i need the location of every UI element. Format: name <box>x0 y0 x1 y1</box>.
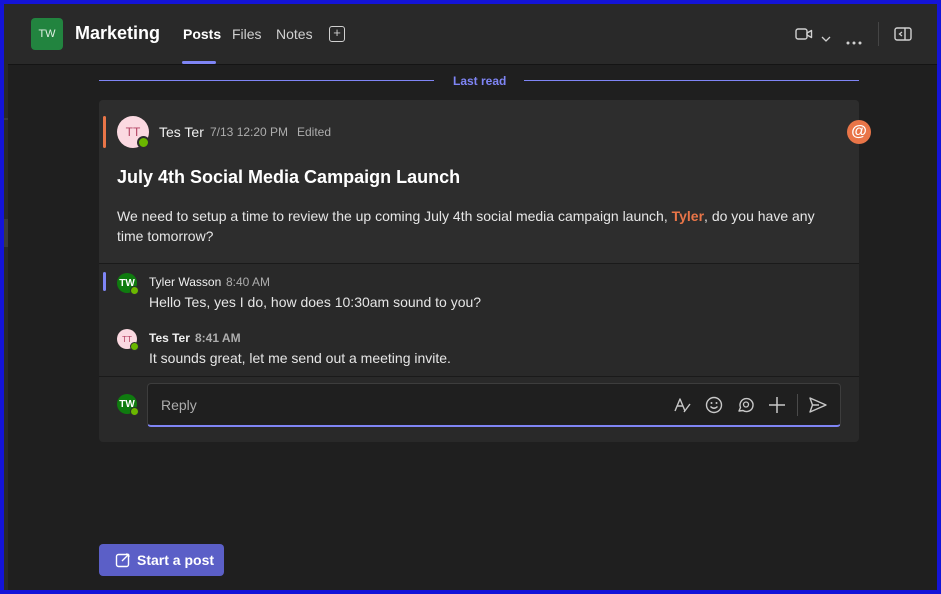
divider <box>99 376 859 377</box>
reply-placeholder: Reply <box>161 397 197 413</box>
reply-time: 8:40 AM <box>226 275 271 289</box>
reply-author[interactable]: Tyler Wasson <box>149 275 221 289</box>
send-icon[interactable] <box>808 395 828 420</box>
last-read-line-right <box>524 80 859 81</box>
post-body-text: We need to setup a time to review the up… <box>117 208 672 224</box>
more-options-icon[interactable] <box>846 32 862 50</box>
mention-link[interactable]: Tyler <box>672 208 704 224</box>
reply-text: It sounds great, let me send out a meeti… <box>149 350 451 366</box>
compose-icon <box>115 553 130 568</box>
last-read-label: Last read <box>453 74 507 88</box>
channel-name: Marketing <box>75 23 161 43</box>
mention-badge-icon: @ <box>847 120 871 144</box>
tab-files[interactable]: Files <box>232 26 262 42</box>
unread-accent-bar <box>103 272 106 291</box>
left-rail <box>4 4 8 590</box>
plus-square-icon[interactable]: + <box>329 26 345 42</box>
post-message[interactable]: TT Tes Ter 7/13 12:20 PM Edited July 4th… <box>99 100 859 263</box>
open-pane-icon[interactable] <box>894 26 912 47</box>
chevron-down-icon[interactable] <box>821 30 831 48</box>
edited-label: Edited <box>297 125 332 139</box>
mention-accent-bar <box>103 116 106 148</box>
header-divider <box>878 22 879 46</box>
reply-text: Hello Tes, yes I do, how does 10:30am so… <box>149 294 482 310</box>
reply-author[interactable]: Tes Ter <box>149 331 190 345</box>
post-timestamp: 7/13 12:20 PM <box>210 125 289 139</box>
emoji-icon[interactable] <box>704 395 724 420</box>
channel-header: TW Marketing Posts Files Notes + <box>8 4 937 65</box>
active-tab-indicator <box>182 61 216 64</box>
plus-icon[interactable] <box>767 395 787 420</box>
team-avatar[interactable]: TW <box>31 18 63 50</box>
start-post-button[interactable]: Start a post <box>99 544 224 576</box>
format-icon[interactable] <box>672 395 692 420</box>
presence-available-icon <box>130 342 139 351</box>
post-card: TT Tes Ter 7/13 12:20 PM Edited July 4th… <box>99 100 871 442</box>
start-post-label: Start a post <box>137 552 215 568</box>
post-title: July 4th Social Media Campaign Launch <box>117 167 461 187</box>
divider <box>99 263 859 264</box>
reply-time: 8:41 AM <box>195 331 241 345</box>
presence-available-icon <box>130 407 139 416</box>
presence-available-icon <box>130 286 139 295</box>
presence-available-icon <box>137 136 150 149</box>
composer-divider <box>797 394 798 416</box>
loop-icon[interactable] <box>735 395 755 420</box>
reply-input[interactable]: Reply <box>147 383 841 427</box>
post-body: We need to setup a time to review the up… <box>117 206 827 246</box>
post-author[interactable]: Tes Ter <box>159 124 204 140</box>
tab-posts[interactable]: Posts <box>183 26 221 42</box>
tab-notes[interactable]: Notes <box>276 26 313 42</box>
last-read-line-left <box>99 80 434 81</box>
video-camera-icon[interactable] <box>795 26 813 47</box>
